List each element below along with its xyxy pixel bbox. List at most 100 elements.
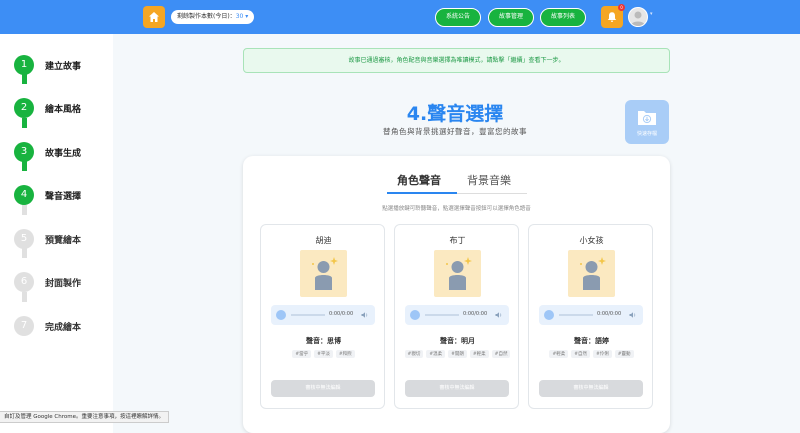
character-name: 小女孩 [579,236,604,245]
user-avatar[interactable] [628,7,648,27]
voice-card: 小女孩 0:00/0:00 聲音：語婷 #輕柔 #自然 #伶俐 #靈動 審核中無… [528,224,653,409]
voice-tag: #平淡 [314,350,333,358]
quick-save-button[interactable]: 快速存檔 [625,100,669,144]
voice-tag: #伶俐 [593,350,612,358]
voice-tags: #當乎 #平淡 #和煦 [269,350,378,358]
volume-icon[interactable] [629,311,637,319]
user-icon [631,11,645,26]
step-label: 封面製作 [45,278,82,289]
voice-tag: #自然 [571,350,590,358]
story-list-button[interactable]: 故事列表 [540,8,586,27]
voice-panel: 角色聲音 背景音樂 點選播放鍵可聆聽聲音，點選選擇聲音按鈕可以選擇角色語音 胡迪… [243,156,670,433]
audio-time: 0:00/0:00 [463,311,488,317]
step-number: 7 [14,316,34,336]
step-connector [22,205,27,215]
chevron-down-icon[interactable]: ▾ [650,11,653,17]
step-label: 完成繪本 [45,322,82,333]
voice-label: 聲音：語婷 [574,337,609,345]
step-preview-book[interactable]: 5 預覽繪本 [14,229,81,249]
voice-tag: #開朗 [448,350,467,358]
volume-icon[interactable] [495,311,503,319]
voice-card: 布丁 0:00/0:00 聲音：明月 #親切 #溫柔 #開朗 #輕柔 #自然 審… [394,224,519,409]
character-name: 布丁 [449,236,466,245]
character-portrait [434,250,481,297]
tab-character-voice[interactable]: 角色聲音 [397,172,441,188]
play-button[interactable] [410,310,420,320]
quota-indicator: 剩餘製作本數(今日)：30 ▾ [171,10,255,24]
audio-player: 0:00/0:00 [405,305,509,325]
step-voice-selection[interactable]: 4 聲音選擇 [14,185,81,205]
step-label: 故事生成 [45,148,82,159]
voice-tag: #溫柔 [426,350,446,358]
voice-tag: #靈動 [614,350,634,358]
tab-background-music[interactable]: 背景音樂 [467,172,511,188]
progress-track[interactable] [559,314,593,316]
character-name: 胡迪 [315,236,332,245]
step-art-style[interactable]: 2 繪本風格 [14,98,81,118]
voice-card: 胡迪 0:00/0:00 聲音：思博 #當乎 #平淡 #和煦 審核中無法編輯 [260,224,385,409]
select-voice-button[interactable]: 審核中無法編輯 [405,380,509,397]
quota-label: 剩餘製作本數(今日)： [177,13,236,20]
character-placeholder-icon [312,257,338,290]
step-number: 4 [14,185,34,205]
quick-save-label: 快速存檔 [636,131,657,137]
character-placeholder-icon [446,257,472,290]
voice-tags: #親切 #溫柔 #開朗 #輕柔 #自然 [403,350,512,358]
announcement-button[interactable]: 系統公告 [435,8,481,27]
page-title: 4.聲音選擇 [406,103,504,125]
character-placeholder-icon [580,257,606,290]
notification-button[interactable]: 0 [601,4,625,28]
step-cover-design[interactable]: 6 封面製作 [14,272,81,292]
step-connector [22,292,27,302]
step-connector [22,118,27,128]
active-tab-indicator [387,192,457,194]
step-number: 2 [14,98,34,118]
step-number: 1 [14,55,34,75]
step-number: 5 [14,229,34,249]
review-notice: 故事已通過審核，角色配音與音樂選擇為唯讀模式，請點擊「繼續」查看下一步。 [243,48,670,73]
voice-tag: #和煦 [335,350,355,358]
step-label: 預覽繪本 [45,235,82,246]
audio-player: 0:00/0:00 [271,305,375,325]
step-connector [22,74,27,84]
audio-time: 0:00/0:00 [329,311,354,317]
voice-tags: #輕柔 #自然 #伶俐 #靈動 [537,350,646,358]
folder-download-icon [638,111,656,125]
play-button[interactable] [276,310,286,320]
chevron-down-icon[interactable]: ▾ [243,13,248,20]
step-number: 3 [14,142,34,162]
page-subtitle: 替角色與背景挑選好聲音，豐富您的故事 [383,127,527,136]
step-connector [22,161,27,171]
progress-track[interactable] [291,314,325,316]
progress-track[interactable] [425,314,459,316]
play-button[interactable] [544,310,554,320]
audio-player: 0:00/0:00 [539,305,643,325]
step-connector [22,248,27,258]
step-number: 6 [14,272,34,292]
voice-label: 聲音：明月 [440,337,475,345]
voice-tag: #親切 [404,350,424,358]
home-icon [149,12,159,22]
browser-status-bar: 自訂及管理 Google Chrome。重要注意事項，按這裡瞭解詳情。 [0,411,169,423]
character-portrait [300,250,347,297]
voice-tag: #自然 [491,350,511,358]
voice-hint: 點選播放鍵可聆聽聲音，點選選擇聲音按鈕可以選擇角色語音 [382,206,531,212]
step-create-story[interactable]: 1 建立故事 [14,55,81,75]
step-finish-book[interactable]: 7 完成繪本 [14,316,81,336]
voice-tag: #輕柔 [549,350,569,358]
bell-icon [607,12,617,22]
story-management-button[interactable]: 故事管理 [488,8,534,27]
volume-icon[interactable] [361,311,369,319]
voice-label: 聲音：思博 [306,337,341,345]
voice-tag: #當乎 [292,350,312,358]
audio-time: 0:00/0:00 [597,311,622,317]
notification-badge: 0 [618,4,625,11]
step-label: 繪本風格 [45,104,82,115]
voice-tag: #輕柔 [469,350,489,358]
step-label: 建立故事 [45,61,82,72]
home-button[interactable] [143,6,165,28]
step-story-generation[interactable]: 3 故事生成 [14,142,81,162]
step-label: 聲音選擇 [45,191,82,202]
select-voice-button[interactable]: 審核中無法編輯 [271,380,375,397]
select-voice-button[interactable]: 審核中無法編輯 [539,380,643,397]
